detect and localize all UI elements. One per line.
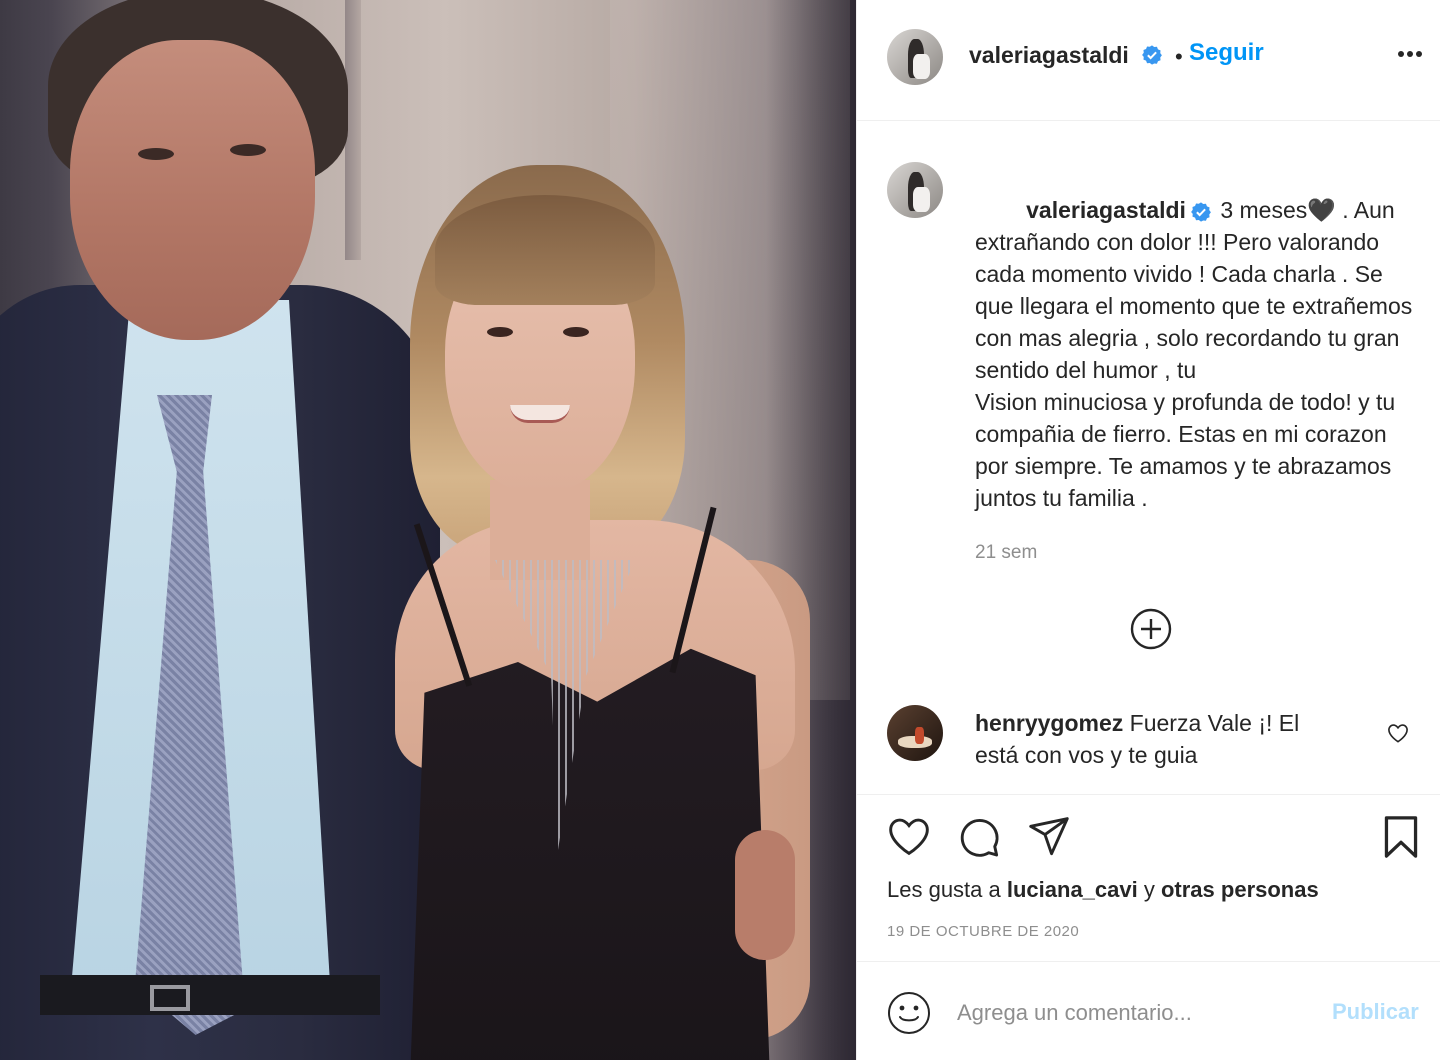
plus-circle-icon[interactable] [1130,608,1172,650]
more-options-icon[interactable] [1397,50,1423,58]
add-comment-bar: Publicar [857,963,1440,1060]
comment-bubble-icon[interactable] [957,815,1001,859]
instagram-post: valeriagastaldi • Seguir valeriagastaldi… [0,0,1440,1060]
photo-woman-eye [563,327,589,337]
heart-icon[interactable] [887,815,931,857]
caption-author-username[interactable]: valeriagastaldi [1026,197,1186,223]
post-photo[interactable] [0,0,856,1060]
post-header: valeriagastaldi • Seguir [857,0,1440,121]
photo-woman-bangs [435,195,655,305]
post-date[interactable]: 19 DE OCTUBRE DE 2020 [887,923,1079,940]
caption-time-ago[interactable]: 21 sem [975,542,1037,564]
likes-connector: y [1137,877,1161,902]
follow-button[interactable]: Seguir [1189,39,1264,67]
post-side-panel: valeriagastaldi • Seguir valeriagastaldi… [856,0,1440,1060]
comment-input[interactable] [957,993,1317,1033]
commenter-avatar[interactable] [887,705,943,761]
verified-badge-icon [1141,44,1163,66]
likes-summary: Les gusta a luciana_cavi y otras persona… [887,877,1319,903]
photo-woman-smile [510,405,570,423]
photo-man-eye [230,144,266,156]
post-actions: Les gusta a luciana_cavi y otras persona… [857,794,1440,962]
verified-badge-icon [1190,201,1212,223]
comment-body: henryygomez Fuerza Vale ¡! El está con v… [975,707,1345,771]
photo-man-face [70,40,315,340]
bookmark-icon[interactable] [1381,815,1421,859]
photo-man-belt [40,975,380,1015]
author-username[interactable]: valeriagastaldi [969,42,1129,69]
comment-item: henryygomez Fuerza Vale ¡! El está con v… [887,705,1417,775]
photo-woman-dress [410,648,770,1060]
likes-prefix: Les gusta a [887,877,1007,902]
publish-button[interactable]: Publicar [1332,999,1419,1025]
follow-separator: • [1175,44,1183,69]
caption-author-avatar[interactable] [887,162,943,218]
photo-man-eye [138,148,174,160]
emoji-icon[interactable] [887,991,931,1035]
commenter-username[interactable]: henryygomez [975,710,1123,736]
heart-icon[interactable] [1387,723,1409,743]
caption-text: 3 meses🖤 . Aun extrañando con dolor !!! … [975,197,1413,511]
photo-man-buckle [150,985,190,1011]
caption-body: valeriagastaldi 3 meses🖤 . Aun extrañand… [975,162,1425,546]
photo-woman-eye [487,327,513,337]
author-avatar[interactable] [887,29,943,85]
likes-user-link[interactable]: luciana_cavi [1007,877,1138,902]
likes-others-link[interactable]: otras personas [1161,877,1319,902]
photo-man-hand [735,830,795,960]
paper-plane-icon[interactable] [1027,815,1071,857]
